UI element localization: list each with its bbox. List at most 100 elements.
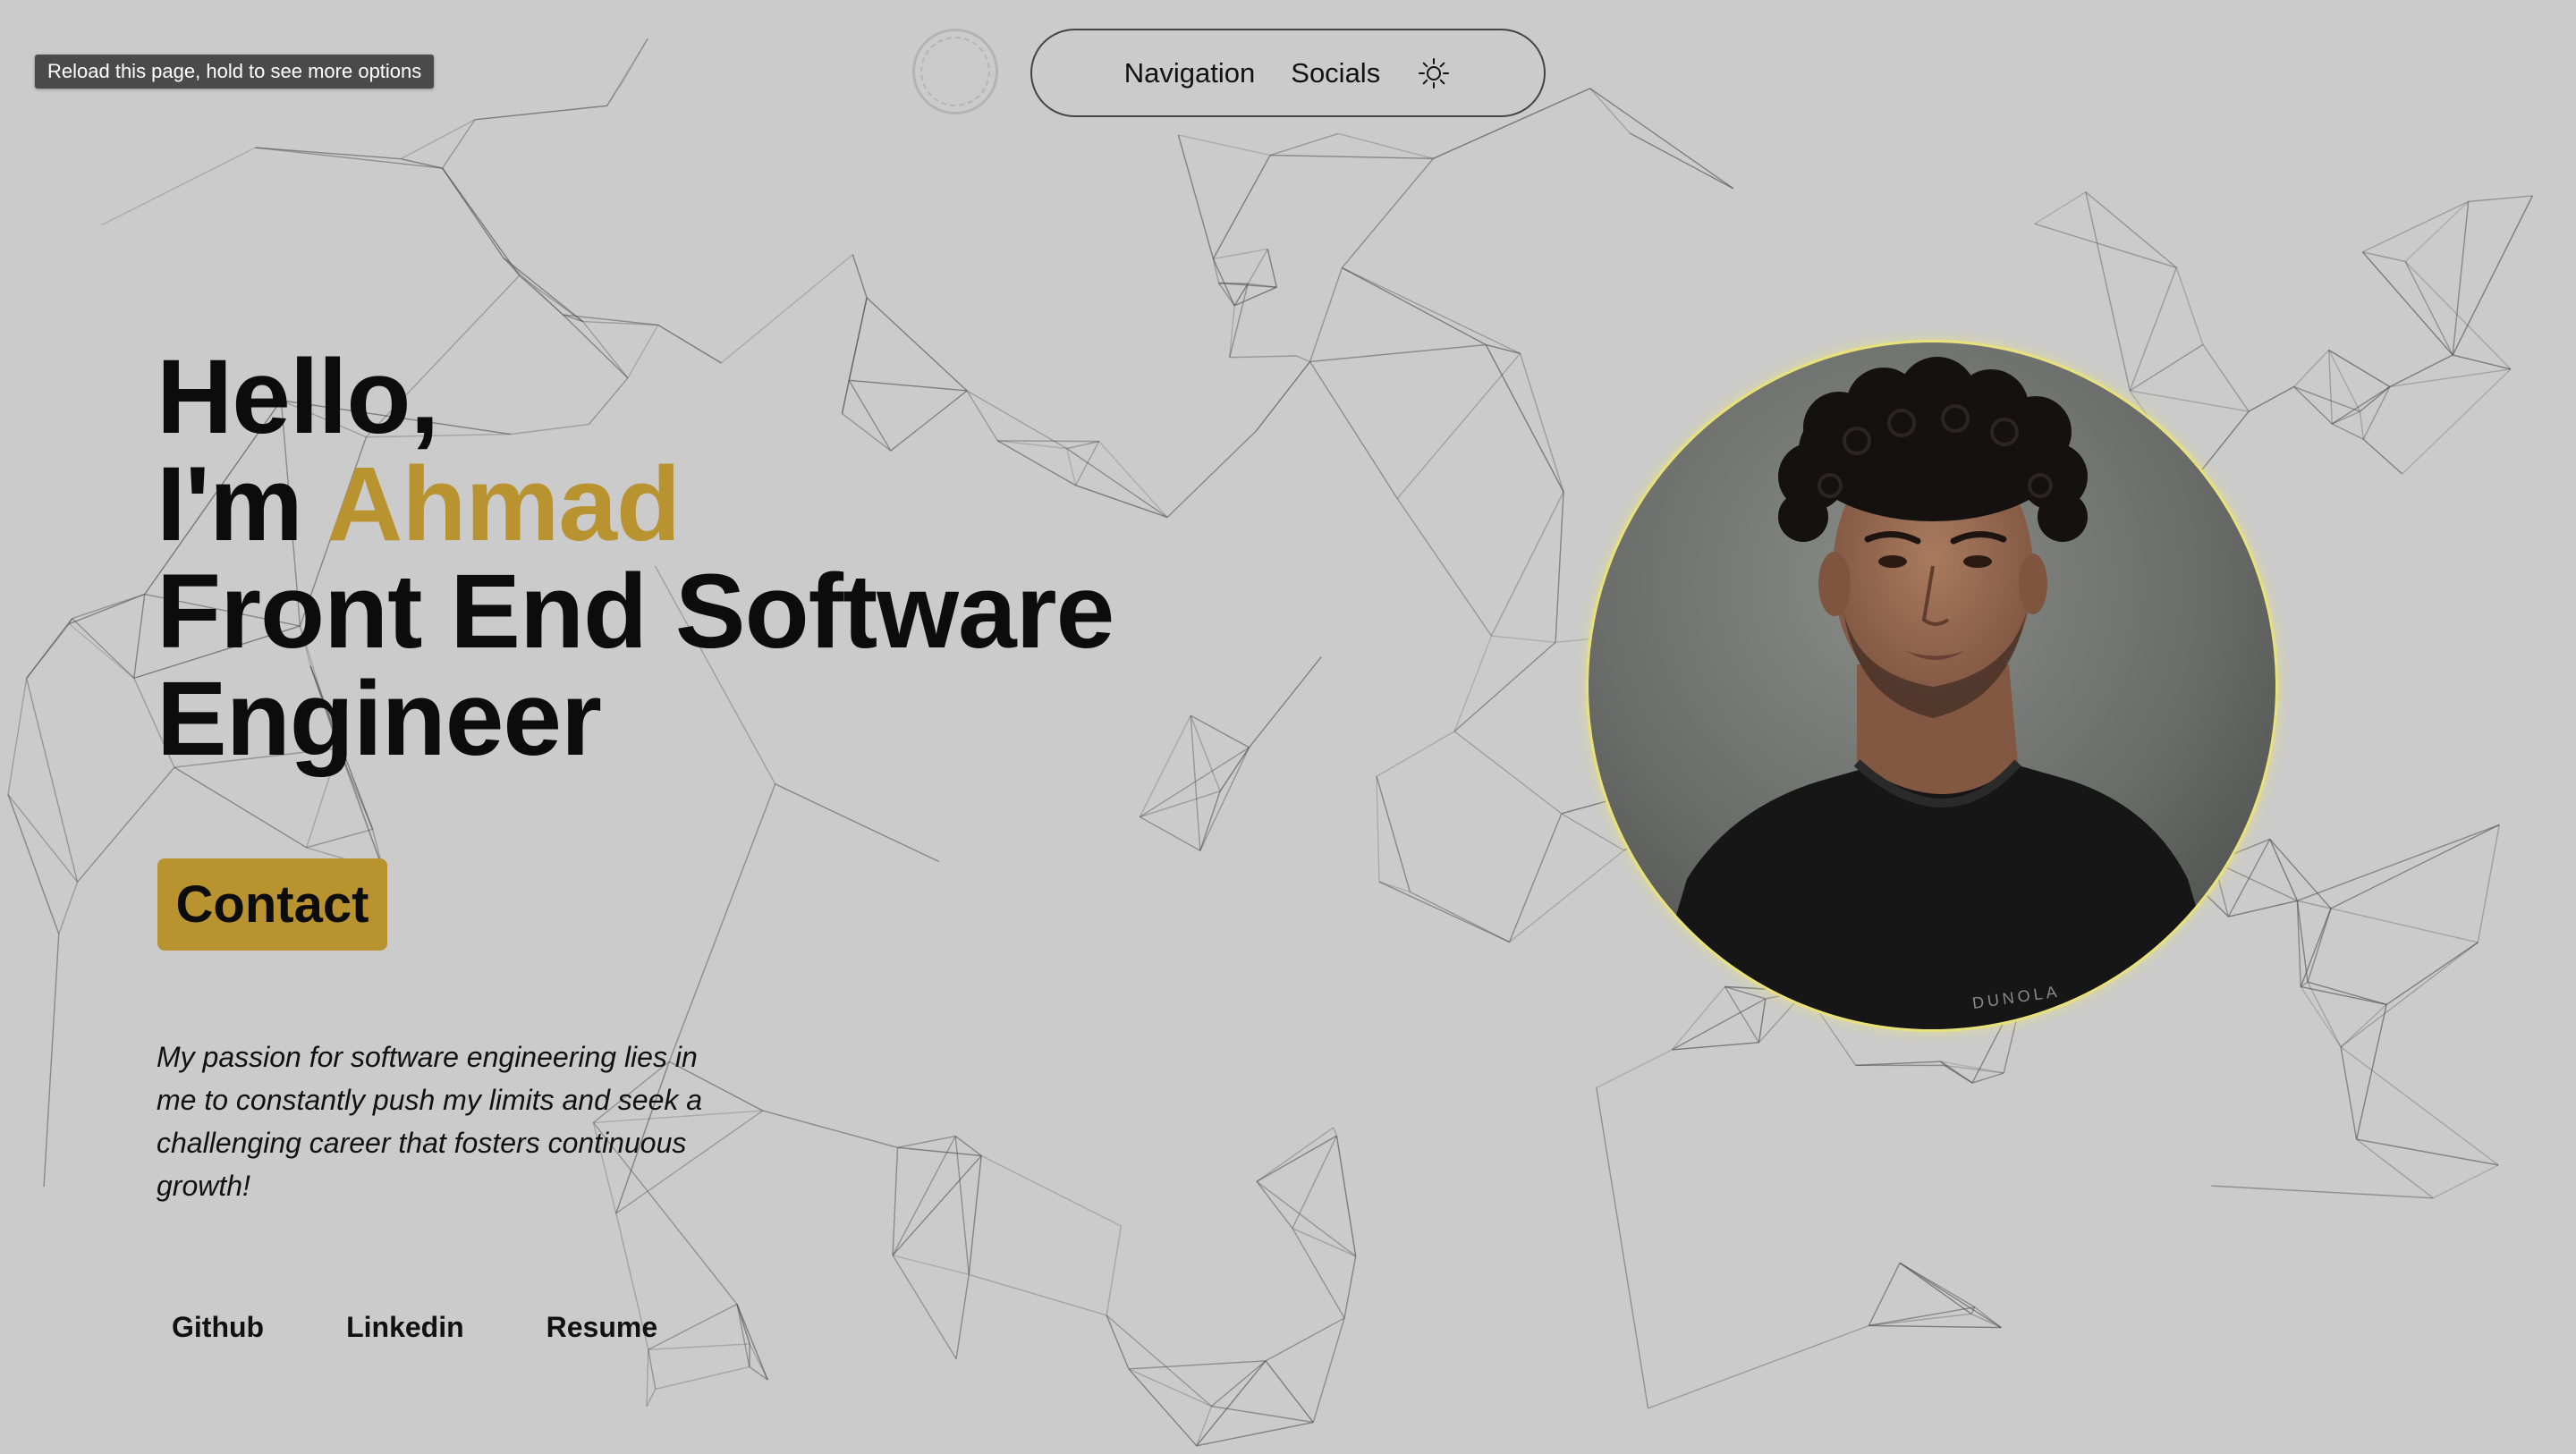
network-line bbox=[1139, 714, 1191, 817]
network-line bbox=[2301, 985, 2387, 1006]
network-line bbox=[1292, 1135, 1338, 1229]
network-line bbox=[954, 1136, 982, 1156]
network-line bbox=[1589, 88, 1631, 134]
network-line bbox=[897, 1146, 982, 1157]
network-line bbox=[519, 275, 584, 323]
network-line bbox=[2432, 1164, 2499, 1199]
network-line bbox=[2297, 824, 2500, 901]
network-line bbox=[2477, 824, 2500, 943]
network-line bbox=[1190, 714, 1250, 748]
network-line bbox=[646, 1389, 657, 1408]
network-line bbox=[2213, 861, 2298, 901]
network-line bbox=[1509, 850, 1625, 943]
network-line bbox=[1196, 1421, 1314, 1447]
network-line bbox=[2359, 385, 2391, 412]
network-line bbox=[2211, 1185, 2434, 1199]
contact-button[interactable]: Contact bbox=[157, 858, 387, 951]
network-line bbox=[1868, 1324, 2002, 1329]
network-line bbox=[1672, 1042, 1759, 1051]
network-line bbox=[7, 794, 60, 934]
network-line bbox=[69, 593, 146, 625]
network-line bbox=[646, 1349, 649, 1407]
sun-icon[interactable] bbox=[1416, 55, 1452, 91]
network-line bbox=[2300, 986, 2342, 1048]
network-line bbox=[1453, 641, 1556, 732]
network-line bbox=[2340, 942, 2479, 1048]
reload-tooltip: Reload this page, hold to see more optio… bbox=[35, 55, 435, 89]
page: Reload this page, hold to see more optio… bbox=[0, 0, 2576, 1454]
nav-link-socials[interactable]: Socials bbox=[1291, 57, 1380, 89]
network-line bbox=[1128, 1368, 1212, 1408]
network-line bbox=[26, 618, 73, 679]
network-line bbox=[1629, 132, 1734, 190]
network-line bbox=[968, 1155, 982, 1275]
network-line bbox=[775, 783, 939, 863]
network-line bbox=[2355, 1004, 2387, 1140]
network-line bbox=[1343, 1255, 1357, 1319]
network-line bbox=[1219, 747, 1250, 792]
network-line bbox=[1265, 1317, 1345, 1362]
network-line bbox=[2402, 368, 2512, 475]
social-links: Github Linkedin Resume bbox=[172, 1311, 657, 1344]
network-line bbox=[474, 105, 607, 121]
network-line bbox=[1410, 891, 1510, 943]
tagline-text: My passion for software engineering lies… bbox=[157, 1041, 703, 1202]
network-line bbox=[1196, 1360, 1267, 1447]
network-line bbox=[1211, 1405, 1314, 1424]
network-line bbox=[1229, 283, 1249, 358]
network-line bbox=[1376, 776, 1380, 883]
network-line bbox=[1596, 1087, 1649, 1409]
network-line bbox=[1229, 355, 1297, 359]
network-line bbox=[1309, 343, 1487, 363]
network-line bbox=[2085, 191, 2131, 392]
network-line bbox=[1342, 266, 1521, 354]
network-line bbox=[255, 147, 402, 160]
network-line bbox=[2300, 908, 2332, 987]
network-line bbox=[1508, 813, 1563, 943]
network-line bbox=[2468, 195, 2533, 203]
network-line bbox=[892, 1147, 899, 1255]
network-line bbox=[1868, 1263, 1901, 1326]
network-line bbox=[1337, 132, 1434, 159]
network-line bbox=[2202, 343, 2250, 412]
network-line bbox=[2330, 824, 2500, 909]
network-line bbox=[68, 623, 135, 679]
network-line bbox=[1490, 491, 1564, 637]
network-line bbox=[1868, 1306, 1975, 1327]
logo-badge[interactable] bbox=[912, 29, 998, 114]
network-line bbox=[1671, 985, 1725, 1051]
network-line bbox=[442, 167, 521, 276]
network-line bbox=[2452, 354, 2512, 370]
network-line bbox=[2452, 201, 2470, 356]
hero-heading: Hello, I'm Ahmad Front End Software Engi… bbox=[157, 343, 1114, 773]
network-line bbox=[1106, 1225, 1123, 1315]
network-line bbox=[2293, 350, 2330, 388]
network-line bbox=[2362, 438, 2403, 475]
linkedin-link[interactable]: Linkedin bbox=[346, 1311, 464, 1344]
network-line bbox=[1128, 1368, 1198, 1447]
network-line bbox=[892, 1255, 970, 1276]
network-line bbox=[1309, 267, 1343, 362]
resume-link[interactable]: Resume bbox=[547, 1311, 658, 1344]
github-link[interactable]: Github bbox=[172, 1311, 264, 1344]
network-line bbox=[101, 147, 256, 226]
network-line bbox=[2129, 343, 2204, 392]
network-line bbox=[2356, 1138, 2499, 1166]
network-line bbox=[1453, 731, 1563, 815]
network-line bbox=[2340, 1003, 2387, 1048]
network-line bbox=[306, 828, 373, 849]
network-line bbox=[668, 783, 776, 1062]
network-line bbox=[2307, 908, 2332, 983]
network-line bbox=[1899, 1262, 1972, 1315]
network-line bbox=[2130, 390, 2250, 412]
network-line bbox=[1256, 1135, 1337, 1182]
network-line bbox=[954, 1136, 970, 1275]
nav-link-navigation[interactable]: Navigation bbox=[1124, 57, 1255, 89]
network-line bbox=[1178, 134, 1271, 156]
network-line bbox=[1376, 776, 1411, 892]
network-line bbox=[2356, 1138, 2434, 1199]
network-line bbox=[1312, 1317, 1345, 1423]
network-line bbox=[1332, 1127, 1338, 1137]
network-line bbox=[2404, 260, 2512, 370]
network-line bbox=[980, 1154, 1122, 1227]
